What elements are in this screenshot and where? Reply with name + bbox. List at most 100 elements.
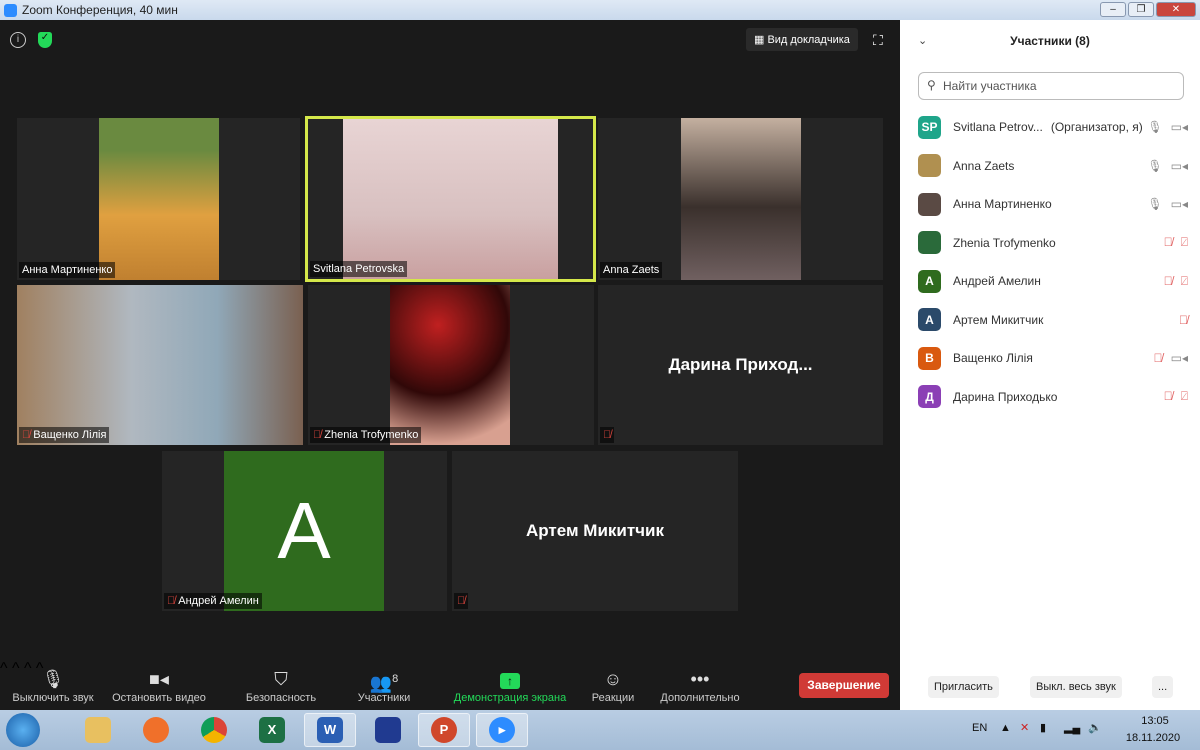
title-bar: Zoom Конференция, 40 мин – ❐ ✕ [0,0,1200,20]
video-tile[interactable]: A 🎙̸ Андрей Амелин [162,451,447,611]
speaker-view-label: Вид докладчика [767,34,850,46]
taskbar-chrome[interactable] [188,713,240,747]
participant-row[interactable]: SP Svitlana Petrov... (Организатор, я) 🎙 ▭◂ [918,108,1188,147]
mic-muted-icon[interactable]: 🎙̸ [1179,313,1188,327]
mic-muted-icon: 🎙̸ [167,595,176,607]
camera-on-icon[interactable]: ▭◂ [1171,197,1188,211]
participant-row[interactable]: A Артем Микитчик 🎙̸ [918,301,1188,340]
tile-name: Андрей Амелин [178,595,259,607]
tile-name: Anna Zaets [603,264,660,276]
mute-button[interactable]: 🎙 Выключить звук [8,666,98,704]
participants-count: 8 [392,673,399,685]
mute-all-button[interactable]: Выкл. весь звук [1030,676,1122,698]
camera-on-icon[interactable]: ▭◂ [1171,120,1188,134]
camera-off-icon[interactable]: ⍁ [1181,274,1188,289]
video-tile[interactable]: 🎙̸ Ващенко Лілія [17,285,303,445]
more-icon: ••• [690,669,710,689]
clock-date[interactable]: 18.11.2020 [1118,732,1188,744]
invite-button[interactable]: Пригласить [928,676,999,698]
taskbar-word[interactable]: W [304,713,356,747]
panel-more-button[interactable]: ... [1152,676,1174,698]
tile-name: Zhenia Trofymenko [324,429,419,441]
video-feed [99,118,219,280]
reactions-icon: ☺ [603,669,623,689]
volume-icon[interactable]: 🔈 [1088,721,1102,734]
battery-icon[interactable]: ▮ [1040,721,1046,734]
search-icon: ⚲ [927,78,936,92]
minimize-button[interactable]: – [1100,2,1126,17]
participants-button[interactable]: 👥8 Участники [354,666,414,704]
stop-video-button[interactable]: ■◂ Остановить видео [110,666,208,704]
participant-row[interactable]: Anna Zaets 🎙 ▭◂ [918,147,1188,186]
speaker-view-button[interactable]: ▦ Вид докладчика [746,28,858,51]
end-meeting-button[interactable]: Завершение [799,673,889,698]
taskbar-excel[interactable]: X [246,713,298,747]
mic-on-icon[interactable]: 🎙 [1147,159,1162,173]
video-tile[interactable]: Anna Zaets [598,118,883,280]
tile-big-name: Артем Микитчик [525,521,665,540]
network-icon[interactable]: ✕ [1020,721,1029,734]
clock-time[interactable]: 13:05 [1130,715,1180,727]
camera-off-icon[interactable]: ⍁ [1181,389,1188,404]
video-feed [390,285,510,445]
avatar [918,154,941,178]
reactions-button[interactable]: ☺ Реакции [588,666,638,704]
excel-icon: X [259,717,285,743]
mic-on-icon[interactable]: 🎙 [1147,120,1162,134]
floppy-icon [375,717,401,743]
word-icon: W [317,717,343,743]
camera-on-icon[interactable]: ▭◂ [1171,351,1188,365]
mute-label: Выключить звук [12,692,94,704]
participant-row[interactable]: Анна Мартиненко 🎙 ▭◂ [918,185,1188,224]
audio-options-chevron-icon[interactable]: ^ [0,660,8,677]
mic-on-icon[interactable]: 🎙 [1147,197,1162,211]
video-tile[interactable]: Анна Мартиненко [17,118,300,280]
avatar: A [918,269,941,293]
more-button[interactable]: ••• Дополнительно [656,666,744,704]
shield-icon: ⛉ [274,669,288,689]
reactions-label: Реакции [591,692,635,704]
participant-name: Ващенко Лілія [953,351,1033,366]
taskbar-powerpoint[interactable]: P [418,713,470,747]
participant-row[interactable]: Zhenia Trofymenko 🎙̸ ⍁ [918,224,1188,263]
folder-icon [85,717,111,743]
video-label: Остановить видео [112,692,206,704]
security-button[interactable]: ⛉ Безопасность [243,666,319,704]
camera-on-icon[interactable]: ▭◂ [1171,159,1188,173]
video-tile[interactable]: 🎙̸ Zhenia Trofymenko [308,285,594,445]
info-icon[interactable]: i [10,32,26,48]
taskbar-save-app[interactable] [362,713,414,747]
maximize-button[interactable]: ❐ [1128,2,1154,17]
mic-muted-icon: 🎙̸ [603,429,612,441]
signal-icon[interactable]: ▂▄ [1064,721,1080,734]
taskbar-explorer[interactable] [72,713,124,747]
participant-row[interactable]: Д Дарина Приходько 🎙̸ ⍁ [918,378,1188,417]
mic-muted-icon[interactable]: 🎙̸ [1154,351,1163,365]
video-tile[interactable]: Артем Микитчик 🎙̸ [452,451,738,611]
camera-off-icon[interactable]: ⍁ [1181,235,1188,250]
mic-muted-icon[interactable]: 🎙̸ [1164,389,1173,404]
language-indicator[interactable]: EN [972,722,987,734]
fullscreen-icon[interactable]: ⛶ [873,32,883,49]
video-tile-active-speaker[interactable]: Svitlana Petrovska [305,116,596,282]
mic-muted-icon: 🎙̸ [457,595,466,607]
avatar-letter: A [224,451,384,611]
security-label: Безопасность [245,692,317,704]
taskbar-zoom[interactable]: ▸ [476,713,528,747]
windows-taskbar: X W P ▸ EN ▲ ✕ ▮ ▂▄ 🔈 13:05 18.11.2020 [0,710,1200,750]
mic-muted-icon[interactable]: 🎙̸ [1164,274,1173,289]
start-button[interactable] [6,713,40,747]
tray-up-arrow-icon[interactable]: ▲ [1000,722,1011,734]
taskbar-firefox[interactable] [130,713,182,747]
close-button[interactable]: ✕ [1156,2,1196,17]
participant-row[interactable]: A Андрей Амелин 🎙̸ ⍁ [918,262,1188,301]
participant-name: Anna Zaets [953,158,1015,173]
participant-search-input[interactable]: ⚲ Найти участника [918,72,1184,100]
video-tile[interactable]: Дарина Приход... 🎙̸ [598,285,883,445]
mic-muted-icon[interactable]: 🎙̸ [1164,235,1173,250]
participants-label: Участники [357,692,411,704]
meeting-area: i ✓ ▦ Вид докладчика ⛶ Анна Мартиненко S… [0,20,900,730]
share-screen-button[interactable]: ↑ Демонстрация экрана [450,666,570,704]
participant-row[interactable]: B Ващенко Лілія 🎙̸ ▭◂ [918,339,1188,378]
encryption-shield-icon[interactable]: ✓ [38,32,52,48]
